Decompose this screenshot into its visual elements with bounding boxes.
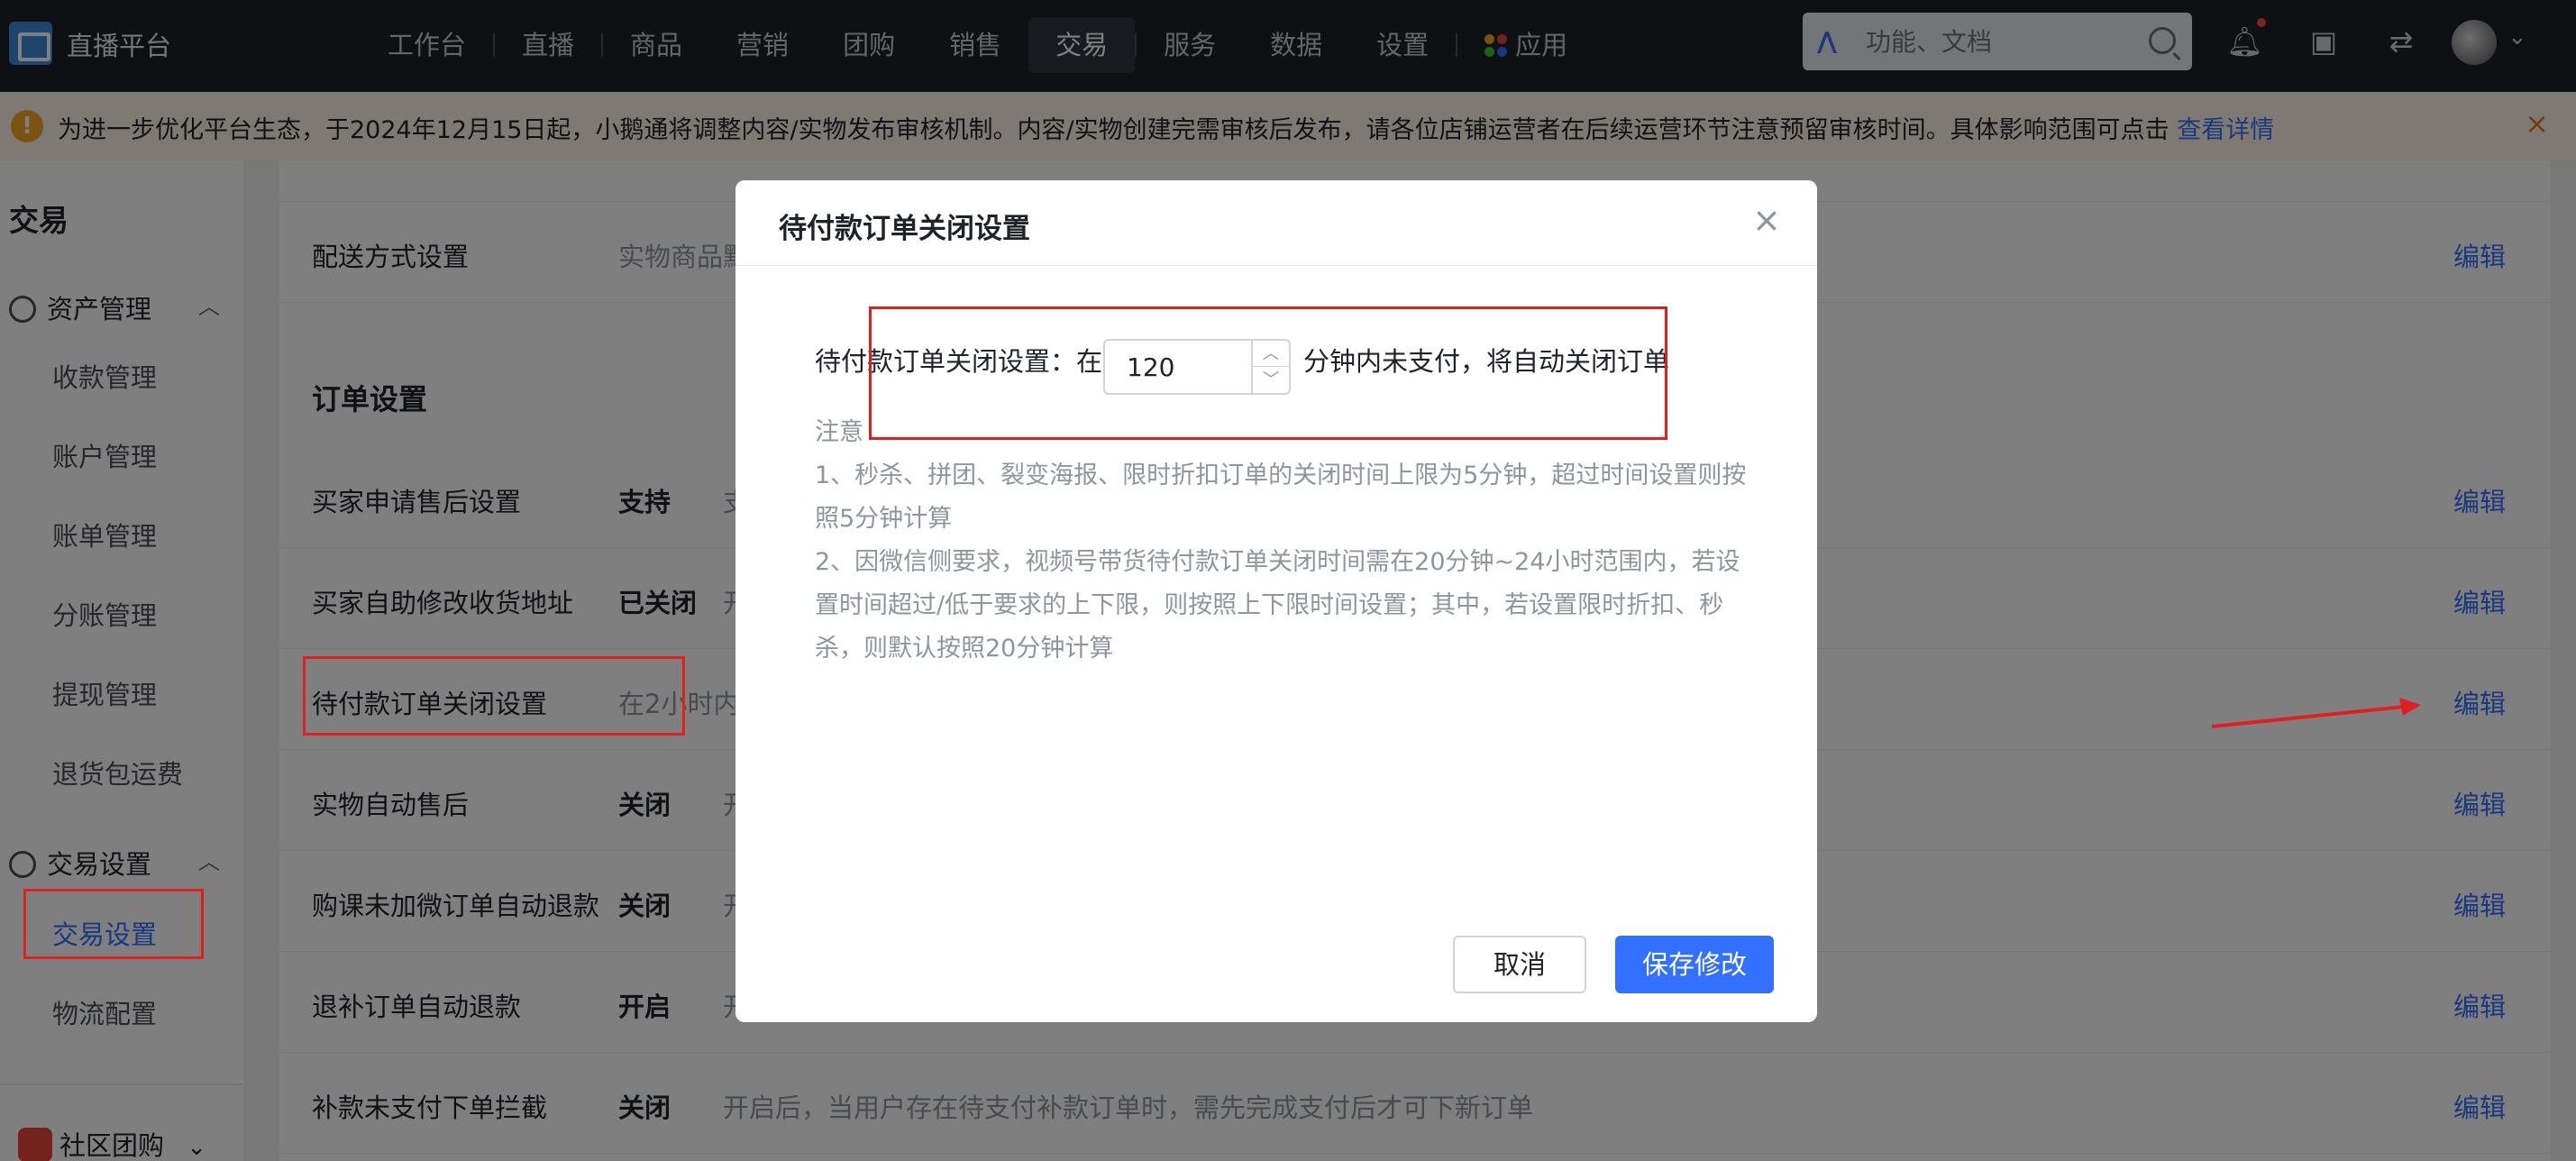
save-button[interactable]: 保存修改 bbox=[1615, 936, 1774, 993]
annotation-box-row bbox=[303, 656, 685, 736]
note-item: 2、因微信侧要求，视频号带货待付款订单关闭时间需在20分钟~24小时范围内，若设… bbox=[815, 548, 1740, 663]
cancel-button[interactable]: 取消 bbox=[1453, 936, 1586, 993]
dialog-notes: 注意 1、秒杀、拼团、裂变海报、限时折扣订单的关闭时间上限为5分钟，超过时间设置… bbox=[815, 411, 1752, 671]
annotation-box-sidebar bbox=[23, 889, 204, 959]
annotation-arrow bbox=[2211, 698, 2421, 728]
annotation-box-setting bbox=[869, 306, 1667, 440]
close-icon[interactable]: × bbox=[1752, 200, 1781, 240]
note-item: 1、秒杀、拼团、裂变海报、限时折扣订单的关闭时间上限为5分钟，超过时间设置则按照… bbox=[815, 462, 1747, 533]
dialog-title: 待付款订单关闭设置 bbox=[779, 213, 1030, 245]
dialog-divider bbox=[735, 265, 1817, 266]
